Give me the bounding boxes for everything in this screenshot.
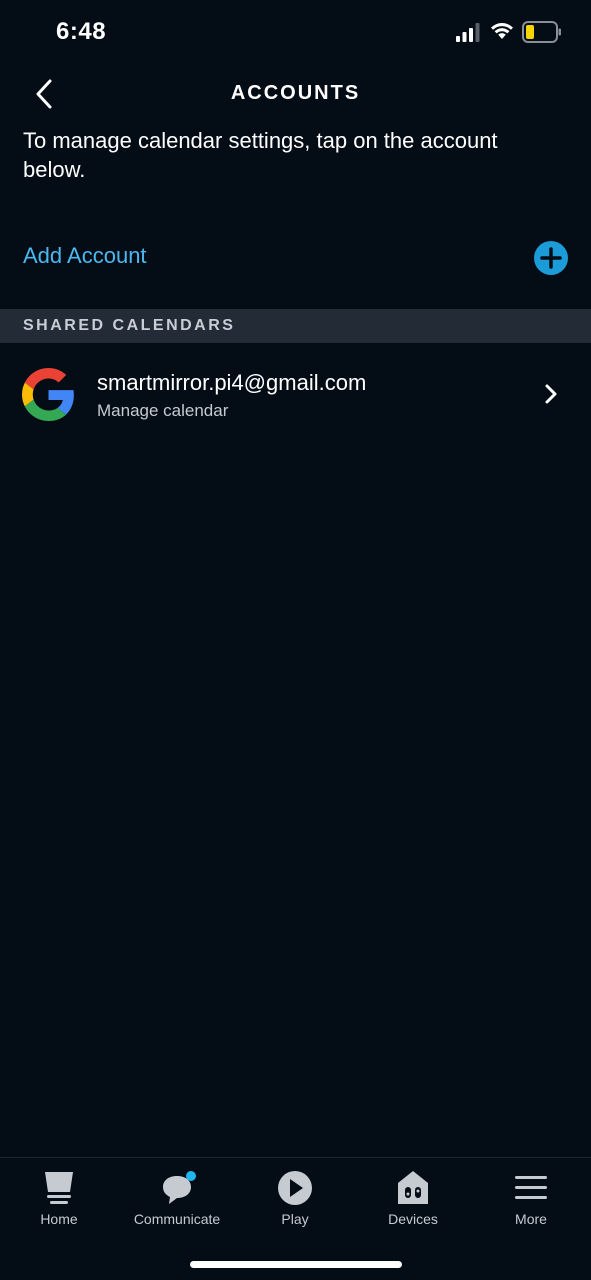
add-account-label: Add Account [23,243,147,268]
account-email: smartmirror.pi4@gmail.com [97,370,367,395]
tab-devices-label: Devices [388,1211,438,1227]
tab-home-label: Home [40,1211,78,1227]
wifi-icon [491,23,513,39]
google-icon [22,368,74,421]
devices-icon [398,1171,428,1204]
tab-home[interactable]: Home [0,1158,118,1238]
chevron-right-icon [545,384,557,404]
tab-devices[interactable]: Devices [354,1158,472,1238]
home-indicator[interactable] [190,1261,402,1268]
section-header: SHARED CALENDARS [0,309,591,343]
tab-communicate[interactable]: Communicate [118,1158,236,1238]
home-icon [45,1172,73,1204]
tab-more[interactable]: More [472,1158,590,1238]
tab-play[interactable]: Play [236,1158,354,1238]
menu-icon [515,1176,547,1199]
tab-communicate-label: Communicate [133,1211,221,1227]
tab-play-label: Play [281,1211,309,1227]
intro-text: To manage calendar settings, tap on the … [23,128,498,182]
account-subtitle: Manage calendar [97,401,229,420]
play-icon [278,1171,312,1205]
page-title: ACCOUNTS [230,82,361,104]
plus-circle-icon[interactable] [533,240,569,276]
section-title: SHARED CALENDARS [23,317,236,334]
add-account-button[interactable]: Add Account [0,230,591,286]
signal-icon [456,23,480,42]
communicate-icon [163,1171,196,1204]
battery-icon [522,21,561,43]
account-row[interactable]: smartmirror.pi4@gmail.com Manage calenda… [0,352,591,436]
status-bar: 6:48 [0,0,591,64]
status-time: 6:48 [56,18,107,45]
accounts-screen: 6:48 ACCOUNTS To manage calendar setting… [0,0,591,1280]
tab-more-label: More [515,1211,547,1227]
